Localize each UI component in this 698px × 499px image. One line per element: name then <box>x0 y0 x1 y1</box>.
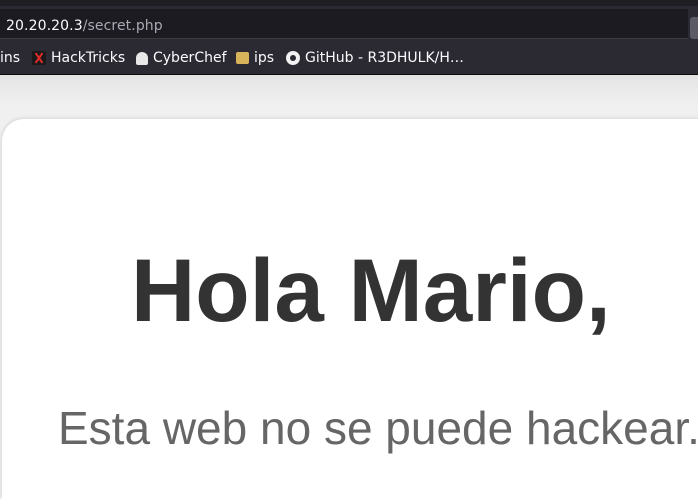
github-icon <box>286 51 300 65</box>
url-path: /secret.php <box>82 18 163 34</box>
bookmark-label: ins <box>0 50 21 66</box>
bookmark-hacktricks[interactable]: HackTricks <box>32 41 125 75</box>
hacktricks-icon <box>32 51 46 65</box>
navigation-toolbar: 20.20.20.3/secret.php <box>0 6 698 41</box>
page-tagline: Esta web no se puede hackear. <box>58 402 698 454</box>
bookmark-label: HackTricks <box>51 50 126 66</box>
bookmark-ips[interactable]: ips <box>236 41 274 75</box>
url-host: 20.20.20.3 <box>6 18 83 34</box>
bookmark-label: GitHub - R3DHULK/H… <box>305 50 464 66</box>
toolbar-overflow-button[interactable] <box>690 17 698 39</box>
bookmark-label: CyberChef <box>153 50 227 66</box>
bookmark-cyberchef[interactable]: CyberChef <box>135 41 227 75</box>
bookmarks-toolbar: ins HackTricks CyberChef ips GitHub - R3… <box>0 41 698 75</box>
cyberchef-icon <box>136 51 148 65</box>
bookmark-github[interactable]: GitHub - R3DHULK/H… <box>286 41 464 75</box>
bookmark-label: ips <box>254 50 275 66</box>
page-title: Hola Mario, <box>131 240 611 340</box>
address-bar[interactable]: 20.20.20.3/secret.php <box>0 9 688 39</box>
bookmark-ins[interactable]: ins <box>0 41 20 75</box>
folder-tag-icon <box>236 52 249 64</box>
address-bar-text[interactable]: 20.20.20.3/secret.php <box>6 17 163 35</box>
